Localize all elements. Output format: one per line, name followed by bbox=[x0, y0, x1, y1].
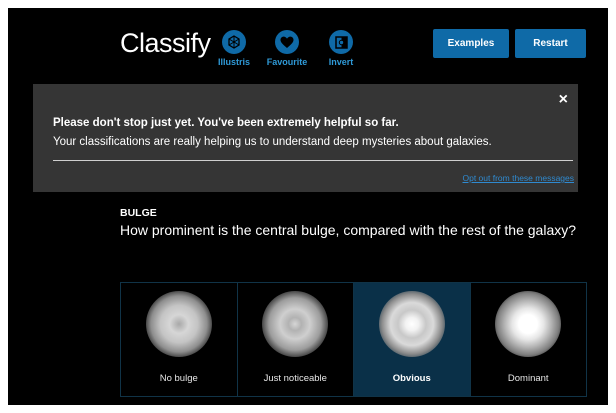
answer-label: No bulge bbox=[159, 373, 198, 384]
answer-label: Just noticeable bbox=[263, 373, 327, 384]
answer-label: Dominant bbox=[507, 373, 549, 384]
dominant-galaxy-icon bbox=[495, 291, 562, 357]
illustris-button[interactable]: Illustris bbox=[210, 30, 258, 67]
page-title: Classify bbox=[120, 28, 211, 58]
favourite-label: Favourite bbox=[266, 57, 308, 67]
invert-button[interactable]: Invert bbox=[317, 30, 365, 67]
answer-just-noticeable[interactable]: Just noticeable bbox=[238, 283, 354, 396]
answer-dominant[interactable]: Dominant bbox=[471, 283, 587, 396]
invert-label: Invert bbox=[328, 57, 354, 67]
illustris-label: Illustris bbox=[217, 57, 250, 67]
illustris-icon bbox=[222, 30, 246, 54]
obvious-galaxy-icon bbox=[378, 291, 445, 357]
favourite-button[interactable]: Favourite bbox=[263, 30, 311, 67]
question-tag: BULGE bbox=[120, 207, 157, 219]
answer-no-bulge[interactable]: No bulge bbox=[121, 283, 238, 396]
answer-obvious[interactable]: Obvious bbox=[354, 283, 471, 396]
banner-message: Your classifications are really helping … bbox=[53, 136, 492, 148]
banner-divider bbox=[53, 160, 573, 161]
heart-icon bbox=[275, 30, 299, 54]
restart-button[interactable]: Restart bbox=[515, 29, 586, 58]
classify-app: Classify Illustris Favourite Invert Exam… bbox=[8, 8, 608, 405]
just-noticeable-galaxy-icon bbox=[262, 291, 329, 357]
answer-label: Obvious bbox=[392, 373, 431, 384]
encouragement-banner: × Please don't stop just yet. You've bee… bbox=[33, 84, 578, 192]
question-text: How prominent is the central bulge, comp… bbox=[120, 222, 577, 238]
invert-icon bbox=[329, 30, 353, 54]
examples-button[interactable]: Examples bbox=[433, 29, 509, 58]
close-icon[interactable]: × bbox=[559, 92, 568, 108]
no-bulge-galaxy-icon bbox=[145, 291, 212, 357]
answer-options: No bulge Just noticeable Obvious Dominan… bbox=[120, 282, 587, 397]
banner-headline: Please don't stop just yet. You've been … bbox=[53, 117, 399, 129]
opt-out-link[interactable]: Opt out from these messages bbox=[463, 173, 575, 183]
